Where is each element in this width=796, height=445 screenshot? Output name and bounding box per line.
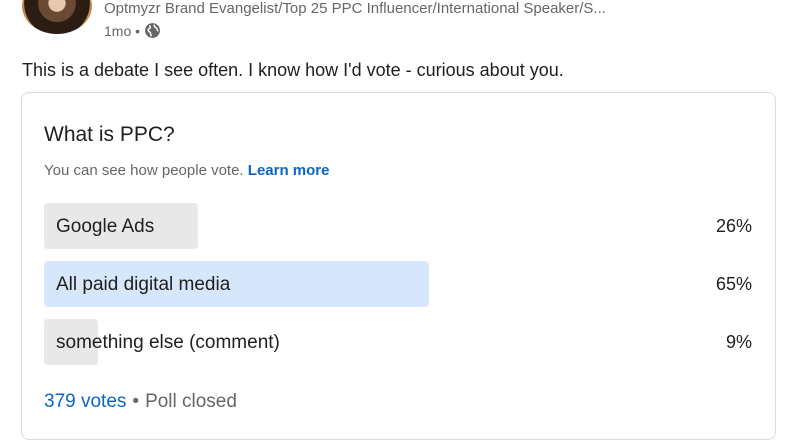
poll-option-percent: 26% xyxy=(715,216,752,236)
poll-option-something-else[interactable]: something else (comment) 9% xyxy=(44,319,752,365)
author-headline[interactable]: Optmyzr Brand Evangelist/Top 25 PPC Infl… xyxy=(104,0,606,17)
poll-card: What is PPC? You can see how people vote… xyxy=(21,92,776,440)
poll-option-percent: 9% xyxy=(725,332,752,352)
poll-footer: 379 votes • Poll closed xyxy=(44,391,237,413)
poll-option-google-ads[interactable]: Google Ads 26% xyxy=(44,203,752,249)
post-time: 1mo • xyxy=(104,22,161,39)
poll-option-percent: 65% xyxy=(715,274,752,294)
poll-option-label: All paid digital media xyxy=(56,274,231,295)
poll-status: Poll closed xyxy=(145,391,237,412)
votes-count-link[interactable]: 379 votes xyxy=(44,391,126,413)
poll-option-label: something else (comment) xyxy=(56,332,280,353)
globe-icon xyxy=(145,23,160,38)
poll-option-all-paid-digital-media[interactable]: All paid digital media 65% xyxy=(44,261,752,307)
post-header: Optmyzr Brand Evangelist/Top 25 PPC Infl… xyxy=(22,0,782,40)
poll-question: What is PPC? xyxy=(44,123,175,146)
author-avatar[interactable] xyxy=(22,0,92,34)
poll-option-label: Google Ads xyxy=(56,216,155,237)
post-text: This is a debate I see often. I know how… xyxy=(22,60,564,80)
footer-separator: • xyxy=(132,391,140,412)
poll-visibility-note: You can see how people vote. xyxy=(44,162,244,179)
learn-more-link[interactable]: Learn more xyxy=(248,162,330,179)
post-time-label: 1mo • xyxy=(104,22,141,39)
poll-subtitle: You can see how people vote. Learn more xyxy=(44,162,329,179)
